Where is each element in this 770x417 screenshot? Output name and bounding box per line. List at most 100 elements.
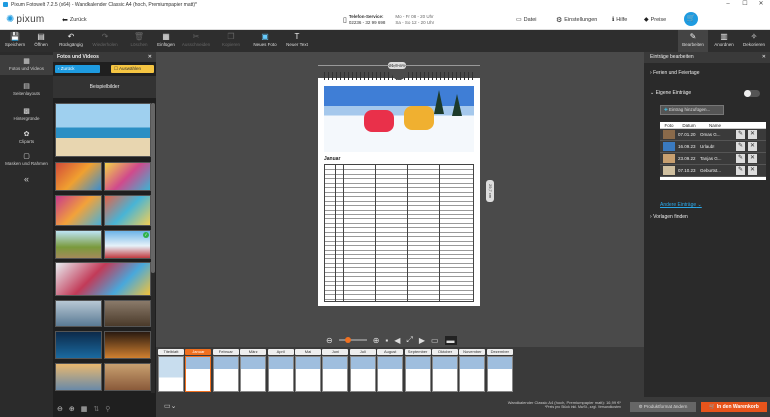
next-page-icon[interactable]: ▶ [419,336,425,345]
dekorieren-tab[interactable]: ✧ Dekorieren [739,32,769,47]
beispielbilder-tab[interactable]: Beispielbilder [53,76,156,98]
delete-icon[interactable]: ✕ [748,130,757,139]
zoom-slider-handle[interactable] [344,337,351,343]
nav-seitenlayouts[interactable]: ▤ Seitenlayouts [0,82,53,96]
filmstrip-page[interactable]: Januar [185,349,212,392]
new-photo-button[interactable]: ▣ Neues Foto [250,32,280,47]
add-page-icon[interactable]: ▪ [385,336,388,345]
filmstrip-page[interactable]: Juli [349,349,376,392]
paste-button[interactable]: ▦ Einfügen [151,32,181,47]
bearbeiten-tab[interactable]: ✎ Bearbeiten [678,30,708,52]
filmstrip-page[interactable]: Oktober [432,349,458,392]
datei-menu[interactable]: ▭ Datei [516,9,537,30]
edit-icon[interactable]: ✎ [736,130,745,139]
calendar-page[interactable]: Januar [318,72,480,306]
open-button[interactable]: ▤ Öffnen [26,32,56,47]
edit-icon[interactable]: ✎ [736,154,745,163]
photo-thumbnail[interactable] [104,300,151,327]
redo-button[interactable]: ↷ Wiederholen [90,32,120,47]
fit-page-icon[interactable]: ⤢ [406,335,412,345]
filmstrip-page[interactable]: Juni [322,349,349,392]
new-text-button[interactable]: T Neuer Text [282,32,312,47]
andere-eintraege-link[interactable]: Andere Einträge ⌄ [660,202,702,208]
zoom-in-icon[interactable]: ⊕ [69,405,75,413]
filmstrip-page[interactable]: April [267,349,294,392]
close-panel-icon[interactable]: ✕ [148,52,152,62]
filmstrip-page[interactable]: Dezember [486,349,513,392]
nav-masken[interactable]: ▢ Masken und Rahmen [0,152,53,166]
undo-button[interactable]: ↶ Rückgängig [56,32,86,47]
filter-icon[interactable]: ⚲ [105,405,110,413]
ferien-section[interactable]: › Ferien und Feiertage [650,70,699,76]
entry-row[interactable]: 23.09.22 Tanjas G... ✎ ✕ [660,153,766,165]
eigene-section[interactable]: ⌄ Eigene Einträge [650,90,691,96]
auswaehlen-button[interactable]: ☐ Auswählen [111,65,154,73]
calendar-grid[interactable] [324,164,474,302]
preise-menu[interactable]: ◆ Preise [644,9,666,30]
collapse-nav-button[interactable]: « [0,174,53,184]
delete-icon[interactable]: ✕ [748,154,757,163]
view-toggle[interactable]: ▭⌄ [164,402,176,410]
zoom-in-icon[interactable]: ⊕ [373,336,380,345]
cart-icon[interactable]: 🛒 [684,12,698,26]
filmstrip-page[interactable]: Februar [212,349,239,392]
filmstrip-page[interactable]: November [459,349,486,392]
filmstrip-page[interactable]: März [240,349,267,392]
produktformat-button[interactable]: ⚙ Produktformat ändern [630,402,696,412]
edit-icon[interactable]: ✎ [736,142,745,151]
photo-thumbnail[interactable] [104,195,151,226]
add-entry-button[interactable]: ✚ Eintrag hinzufügen... [660,105,724,115]
edit-icon[interactable]: ✎ [736,166,745,175]
photo-scrollbar[interactable] [151,103,155,393]
zoom-slider[interactable] [338,337,367,343]
vorlagen-section[interactable]: › Vorlagen finden [650,214,688,220]
photo-thumbnail[interactable] [104,162,151,191]
photo-thumbnail[interactable] [55,300,102,327]
photo-thumbnail[interactable] [55,195,102,226]
entry-row[interactable]: 07.10.23 Geburtst... ✎ ✕ [660,165,766,177]
filmstrip-page[interactable]: Mai [295,349,321,392]
photo-thumbnail[interactable] [104,363,151,391]
delete-button[interactable]: 🗑 Löschen [124,32,154,47]
filmstrip-page[interactable]: Titelblatt [158,349,184,392]
anordnen-tab[interactable]: ▥ Anordnen [709,32,739,47]
nav-cliparts[interactable]: ✿ Cliparts [0,130,53,144]
photo-thumbnail[interactable] [55,230,102,259]
zoom-out-icon[interactable]: ⊖ [326,336,333,345]
filmstrip-page[interactable]: September [404,349,431,392]
close-window-button[interactable]: ✕ [753,0,769,9]
grid-view-icon[interactable]: ▦ [81,405,88,413]
photo-thumbnail[interactable] [55,162,102,191]
ruler-icon[interactable]: ▬ [444,335,457,345]
nav-hintergruende[interactable]: ▩ Hintergründe [0,107,53,121]
delete-icon[interactable]: ✕ [748,142,757,151]
einstellungen-menu[interactable]: ⚙ Einstellungen [556,9,597,30]
photo-thumbnail[interactable] [55,331,102,359]
scrollbar-thumb[interactable] [151,103,155,273]
photo-thumbnail-selected[interactable]: ✓ [104,230,151,259]
photo-thumbnail[interactable] [55,262,151,296]
photo-thumbnail[interactable] [55,363,102,391]
photo-thumbnail[interactable] [104,331,151,359]
hilfe-menu[interactable]: ℹ Hilfe [612,9,627,30]
zoom-out-icon[interactable]: ⊖ [57,405,63,413]
entry-row[interactable]: 07.01.20 Omas G... ✎ ✕ [660,129,766,141]
maximize-button[interactable]: ☐ [737,0,753,9]
close-panel-icon[interactable]: ✕ [762,52,766,63]
filmstrip-page[interactable]: August [377,349,404,392]
warenkorb-button[interactable]: 🛒 In den Warenkorb [701,402,767,412]
prev-page-icon[interactable]: ◀ [394,336,400,345]
nav-fotos[interactable]: ▦ Fotos und Videos [0,55,53,75]
entry-row[interactable]: 16.09.23 Urlaub! ✎ ✕ [660,141,766,153]
cut-button[interactable]: ✂ Ausschneiden [181,32,211,47]
calendar-photo[interactable] [324,86,474,152]
photo-thumbnail[interactable] [55,103,151,157]
delete-icon[interactable]: ✕ [748,166,757,175]
back-button[interactable]: ⬅ Zurück [62,9,87,30]
minimize-button[interactable]: – [720,0,736,9]
spread-view-icon[interactable]: ▭ [431,336,439,345]
sort-icon[interactable]: ⇅ [93,405,99,413]
copy-button[interactable]: ❐ Kopieren [216,32,246,47]
eigene-toggle[interactable] [744,90,760,97]
zurueck-button[interactable]: ‹ Zurück [55,65,100,73]
